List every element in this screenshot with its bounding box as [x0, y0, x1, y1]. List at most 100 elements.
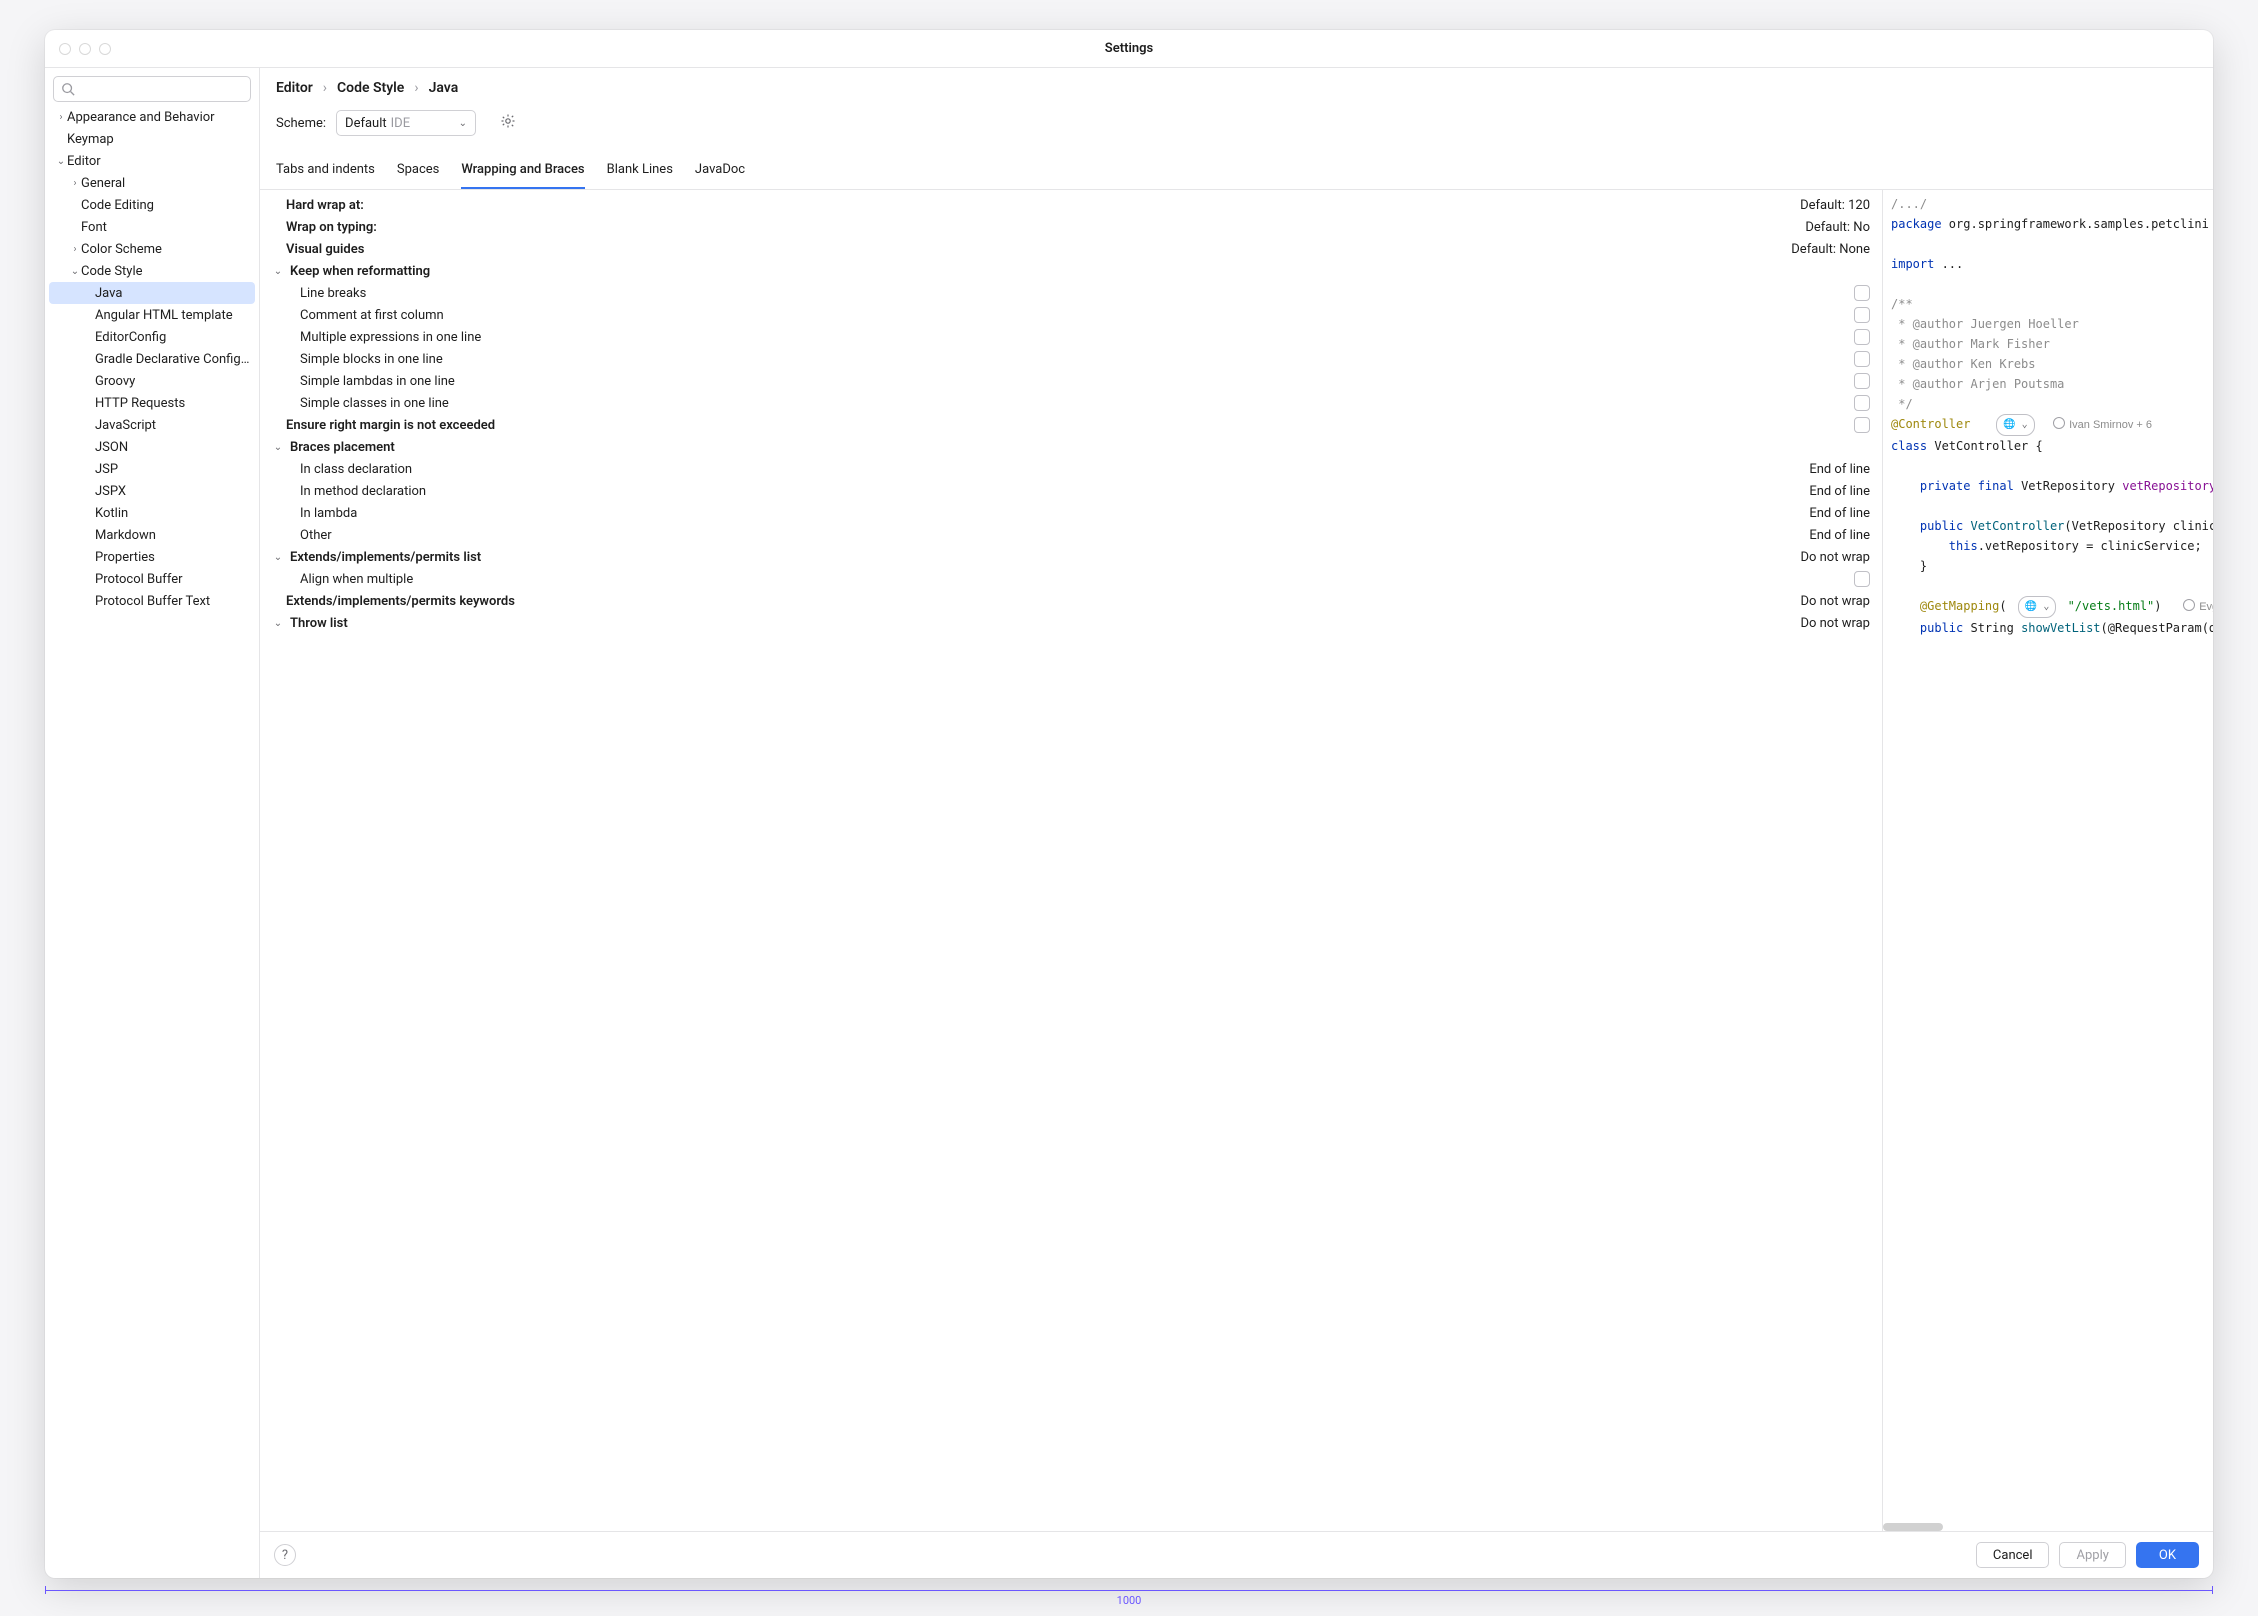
tree-item-label: Kotlin [95, 506, 128, 521]
option-row[interactable]: Hard wrap at:Default: 120 [260, 194, 1882, 216]
globe-icon[interactable]: 🌐 ⌄ [2018, 596, 2057, 618]
tree-item-label: Code Editing [81, 198, 154, 213]
tab[interactable]: Spaces [397, 154, 440, 189]
tree-item[interactable]: Kotlin [45, 502, 259, 524]
chevron-right-icon: › [414, 80, 418, 96]
option-value[interactable]: End of line [1809, 484, 1870, 499]
tree-item-label: Protocol Buffer Text [95, 594, 210, 609]
tree-item[interactable]: Properties [45, 546, 259, 568]
tab[interactable]: Wrapping and Braces [461, 154, 584, 189]
option-label: Simple lambdas in one line [300, 374, 1848, 389]
option-row[interactable]: ⌄Extends/implements/permits listDo not w… [260, 546, 1882, 568]
option-row[interactable]: Simple lambdas in one line [260, 370, 1882, 392]
option-value[interactable]: Default: None [1791, 242, 1870, 257]
globe-icon[interactable]: 🌐 ⌄ [1996, 414, 2035, 436]
option-row[interactable]: In method declaration End of line [260, 480, 1882, 502]
close-window-button[interactable] [59, 43, 71, 55]
checkbox[interactable] [1854, 285, 1870, 301]
checkbox[interactable] [1854, 571, 1870, 587]
cancel-button[interactable]: Cancel [1976, 1542, 2050, 1568]
checkbox[interactable] [1854, 395, 1870, 411]
tree-item[interactable]: ›Color Scheme [45, 238, 259, 260]
scheme-select[interactable]: DefaultIDE ⌄ [336, 110, 476, 136]
tree-item-label: Markdown [95, 528, 156, 543]
option-row[interactable]: Ensure right margin is not exceeded [260, 414, 1882, 436]
tree-item[interactable]: ⌄Code Style [45, 260, 259, 282]
tree-item[interactable]: Code Editing [45, 194, 259, 216]
option-value[interactable]: Do not wrap [1800, 616, 1870, 631]
minimize-window-button[interactable] [79, 43, 91, 55]
tree-item[interactable]: Angular HTML template [45, 304, 259, 326]
option-value[interactable]: End of line [1809, 528, 1870, 543]
tree-item[interactable]: Font [45, 216, 259, 238]
option-value[interactable]: Do not wrap [1800, 594, 1870, 609]
chevron-down-icon: ⌄ [69, 266, 81, 277]
apply-button[interactable]: Apply [2059, 1542, 2125, 1568]
option-value[interactable]: Do not wrap [1800, 550, 1870, 565]
option-row[interactable]: Visual guidesDefault: None [260, 238, 1882, 260]
tree-item[interactable]: JavaScript [45, 414, 259, 436]
option-value[interactable]: End of line [1809, 506, 1870, 521]
breadcrumb: Editor › Code Style › Java [276, 80, 2197, 96]
tree-item[interactable]: JSP [45, 458, 259, 480]
option-row[interactable]: In class declarationEnd of line [260, 458, 1882, 480]
option-row[interactable]: Simple blocks in one line [260, 348, 1882, 370]
ok-button[interactable]: OK [2136, 1542, 2199, 1568]
gear-icon[interactable] [500, 113, 516, 133]
tree-item[interactable]: Markdown [45, 524, 259, 546]
option-row[interactable]: Multiple expressions in one line [260, 326, 1882, 348]
horizontal-scrollbar[interactable] [1883, 1523, 1943, 1531]
help-icon[interactable]: ? [274, 1544, 296, 1566]
tree-item[interactable]: ⌄Editor [45, 150, 259, 172]
tree-item[interactable]: ›Appearance and Behavior [45, 106, 259, 128]
option-value[interactable]: End of line [1809, 462, 1870, 477]
settings-tree[interactable]: ›Appearance and BehaviorKeymap⌄Editor›Ge… [45, 106, 259, 1578]
breadcrumb-item[interactable]: Code Style [337, 80, 404, 96]
checkbox[interactable] [1854, 417, 1870, 433]
search-input[interactable] [53, 76, 251, 102]
option-row[interactable]: Simple classes in one line [260, 392, 1882, 414]
checkbox[interactable] [1854, 351, 1870, 367]
breadcrumb-item[interactable]: Editor [276, 80, 313, 96]
tree-item[interactable]: JSPX [45, 480, 259, 502]
chevron-down-icon: ⌄ [272, 266, 284, 277]
option-row[interactable]: Extends/implements/permits keywordsDo no… [260, 590, 1882, 612]
option-label: In method declaration [300, 484, 1803, 499]
option-row[interactable]: In lambdaEnd of line [260, 502, 1882, 524]
tree-item[interactable]: Protocol Buffer Text [45, 590, 259, 612]
tree-item[interactable]: Gradle Declarative Configurat [45, 348, 259, 370]
option-row: ⌄Keep when reformatting [260, 260, 1882, 282]
option-row[interactable]: Wrap on typing:Default: No [260, 216, 1882, 238]
options-pane[interactable]: Hard wrap at:Default: 120Wrap on typing:… [260, 190, 1883, 1531]
option-value[interactable]: Default: No [1805, 220, 1870, 235]
tab[interactable]: Tabs and indents [276, 154, 375, 189]
tree-item[interactable]: Groovy [45, 370, 259, 392]
tab[interactable]: Blank Lines [607, 154, 673, 189]
option-row[interactable]: Line breaks [260, 282, 1882, 304]
zoom-window-button[interactable] [99, 43, 111, 55]
tree-item-label: JSPX [95, 484, 126, 499]
tree-item-label: Appearance and Behavior [67, 110, 215, 125]
tree-item-label: Editor [67, 154, 101, 169]
checkbox[interactable] [1854, 329, 1870, 345]
tree-item[interactable]: HTTP Requests [45, 392, 259, 414]
option-row[interactable]: OtherEnd of line [260, 524, 1882, 546]
tree-item-label: Gradle Declarative Configurat [95, 352, 253, 367]
tree-item-label: Color Scheme [81, 242, 162, 257]
checkbox[interactable] [1854, 373, 1870, 389]
tree-item[interactable]: ›General [45, 172, 259, 194]
checkbox[interactable] [1854, 307, 1870, 323]
tree-item[interactable]: JSON [45, 436, 259, 458]
tree-item[interactable]: EditorConfig [45, 326, 259, 348]
option-row[interactable]: Comment at first column [260, 304, 1882, 326]
titlebar: Settings [45, 30, 2213, 68]
tab[interactable]: JavaDoc [695, 154, 745, 189]
tree-item[interactable]: Protocol Buffer [45, 568, 259, 590]
code-style-tabs: Tabs and indents Spaces Wrapping and Brace… [260, 154, 2213, 190]
option-value[interactable]: Default: 120 [1800, 198, 1870, 213]
author-hint: Evgeni [2183, 601, 2213, 613]
tree-item[interactable]: Keymap [45, 128, 259, 150]
tree-item[interactable]: Java [49, 282, 255, 304]
option-row[interactable]: Align when multiple [260, 568, 1882, 590]
option-row[interactable]: ⌄Throw listDo not wrap [260, 612, 1882, 634]
